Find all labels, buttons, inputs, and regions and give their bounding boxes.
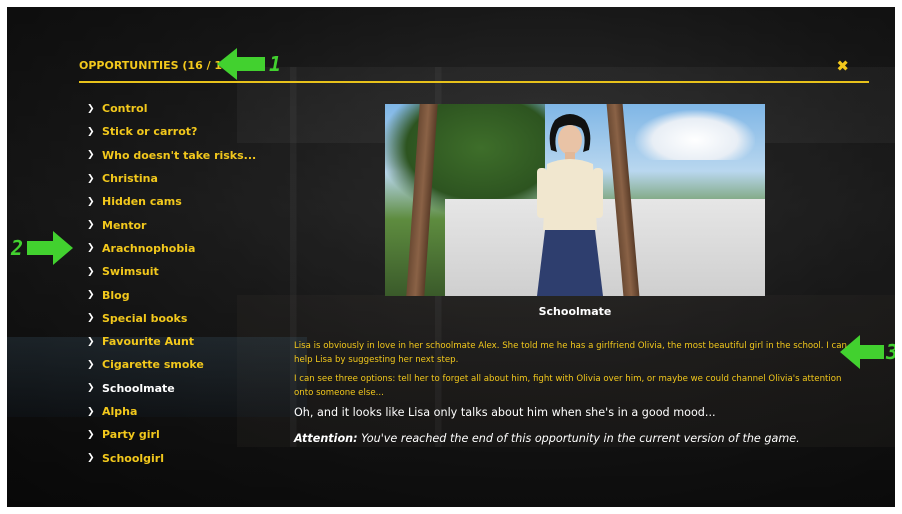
annotation-number: 3 [886, 340, 895, 364]
opportunity-item[interactable]: ❯ Hidden cams [87, 190, 287, 213]
opportunity-item[interactable]: ❯ Cigarette smoke [87, 353, 287, 376]
chevron-right-icon: ❯ [87, 150, 95, 161]
opportunity-caption: Schoolmate [538, 305, 612, 318]
opportunity-description: Lisa is obviously in love in her schoolm… [294, 340, 854, 445]
chevron-right-icon: ❯ [87, 406, 95, 417]
opportunity-item-label: Favourite Aunt [102, 335, 195, 349]
opportunity-item-label: Hidden cams [102, 195, 182, 209]
opportunity-item[interactable]: ❯ Favourite Aunt [87, 330, 287, 353]
opportunity-list: ❯ Control ❯ Stick or carrot? ❯ Who doesn't ta… [87, 97, 287, 470]
opportunity-item-label: Cigarette smoke [102, 358, 204, 372]
opportunity-item[interactable]: ❯ Blog [87, 283, 287, 306]
page-title: OPPORTUNITIES (16 / 16) [79, 59, 235, 72]
green-arrow-right-icon [27, 231, 74, 265]
opportunity-item[interactable]: ❯ Stick or carrot? [87, 120, 287, 143]
annotation-arrow-1: 1 [217, 46, 281, 82]
opportunity-item[interactable]: ❯ Schoolgirl [87, 446, 287, 469]
opportunity-item[interactable]: ❯ Mentor [87, 213, 287, 236]
opportunity-item[interactable]: ❯ Special books [87, 307, 287, 330]
opportunity-item[interactable]: ❯ Control [87, 97, 287, 120]
close-x-icon[interactable]: ✖ [836, 57, 849, 75]
opportunity-item[interactable]: ❯ Who doesn't take risks... [87, 144, 287, 167]
chevron-right-icon: ❯ [87, 359, 95, 370]
chevron-right-icon: ❯ [87, 336, 95, 347]
attention-text: You've reached the end of this opportuni… [361, 432, 800, 446]
opportunity-item[interactable]: ❯ Alpha [87, 400, 287, 423]
chevron-right-icon: ❯ [87, 103, 95, 114]
character-portrait [537, 114, 603, 296]
opportunity-item-label: Party girl [102, 428, 160, 442]
annotation-arrow-2: 2 [11, 229, 74, 267]
opportunity-image [385, 104, 765, 296]
chevron-right-icon: ❯ [87, 290, 95, 301]
description-paragraph: Lisa is obviously in love in her schoolm… [294, 341, 847, 365]
chevron-right-icon: ❯ [87, 243, 95, 254]
attention-label: Attention: [294, 432, 358, 446]
image-cloud [635, 110, 755, 160]
opportunity-item-label: Alpha [102, 405, 138, 418]
opportunity-item-label: Schoolgirl [102, 451, 164, 465]
opportunity-item[interactable]: ❯ Arachnophobia [87, 237, 287, 260]
chevron-right-icon: ❯ [87, 383, 95, 394]
opportunity-item-label: Christina [102, 172, 158, 186]
attention-notice: Attention: You've reached the end of thi… [294, 432, 854, 445]
chevron-right-icon: ❯ [87, 266, 95, 277]
opportunity-item-label: Schoolmate [102, 381, 175, 395]
chevron-right-icon: ❯ [87, 173, 95, 184]
opportunity-item-label: Swimsuit [102, 265, 159, 279]
opportunity-item-label: Control [102, 102, 148, 116]
game-screen: OPPORTUNITIES (16 / 16) ✖ 1 2 3 ❯ Control… [7, 7, 895, 507]
chevron-right-icon: ❯ [87, 429, 95, 440]
opportunity-item[interactable]: ❯ Christina [87, 167, 287, 190]
opportunity-item-label: Stick or carrot? [102, 125, 198, 139]
opportunity-item[interactable]: ❯ Party girl [87, 423, 287, 446]
opportunities-header: OPPORTUNITIES (16 / 16) ✖ [79, 55, 869, 83]
annotation-number: 1 [269, 52, 282, 76]
green-arrow-left-icon [217, 48, 265, 80]
opportunity-item-label: Who doesn't take risks... [102, 148, 257, 162]
chevron-right-icon: ❯ [87, 313, 95, 324]
chevron-right-icon: ❯ [87, 126, 95, 137]
description-paragraph: Oh, and it looks like Lisa only talks ab… [294, 406, 716, 420]
opportunity-item[interactable]: ❯ Schoolmate [87, 377, 287, 400]
opportunity-item-label: Special books [102, 311, 188, 325]
annotation-number: 2 [11, 236, 24, 260]
description-paragraph: I can see three options: tell her to for… [294, 374, 842, 398]
opportunity-item-label: Arachnophobia [102, 241, 196, 255]
chevron-right-icon: ❯ [87, 220, 95, 231]
image-trees [385, 104, 545, 214]
chevron-right-icon: ❯ [87, 453, 95, 464]
opportunity-item-label: Blog [102, 288, 130, 302]
opportunity-item-label: Mentor [102, 218, 147, 232]
chevron-right-icon: ❯ [87, 196, 95, 207]
opportunity-item[interactable]: ❯ Swimsuit [87, 260, 287, 283]
